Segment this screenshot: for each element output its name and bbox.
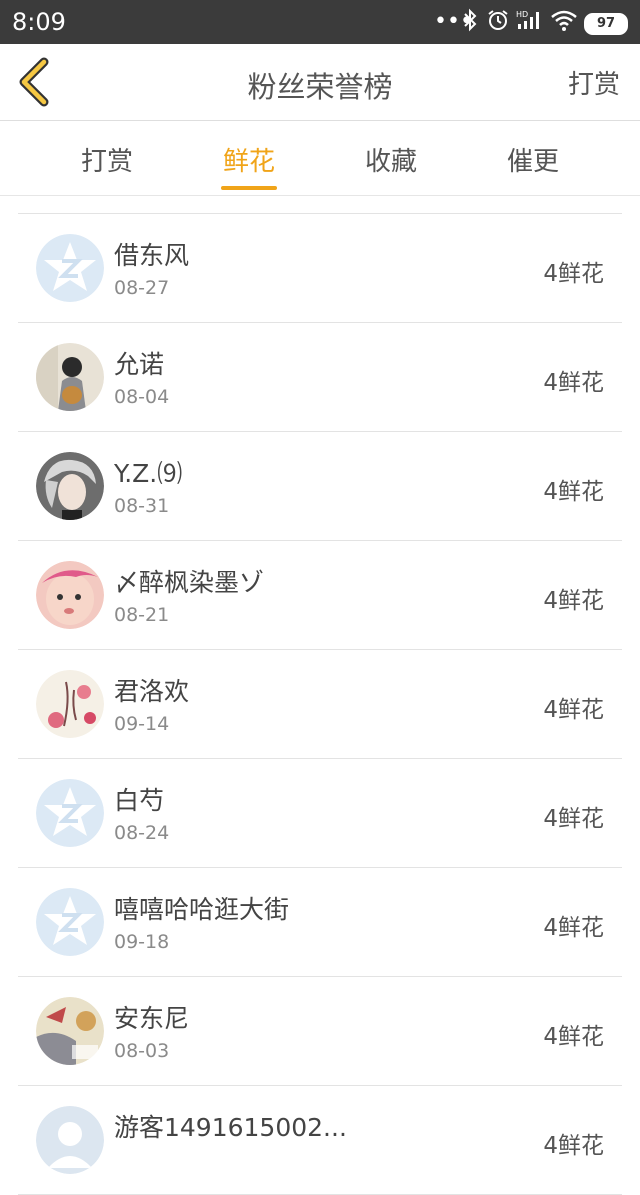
user-photo-avatar bbox=[36, 343, 104, 411]
tab-flowers[interactable]: 鲜花 bbox=[189, 141, 309, 178]
user-photo-avatar bbox=[36, 452, 104, 520]
status-time: 8:09 bbox=[12, 8, 66, 36]
flower-count: 4鲜花 bbox=[543, 1024, 604, 1050]
flower-count: 4鲜花 bbox=[543, 588, 604, 614]
header-bar: 粉丝荣誉榜 打赏 bbox=[0, 44, 640, 120]
list-item[interactable]: 安东尼 08-03 4鲜花 bbox=[18, 977, 622, 1086]
fan-name: 白芍 bbox=[114, 786, 165, 815]
tab-bar: 打赏 鲜花 收藏 催更 bbox=[0, 121, 640, 195]
battery-indicator: 97 bbox=[584, 13, 628, 35]
default-avatar-icon bbox=[36, 1106, 104, 1174]
page-title: 粉丝荣誉榜 bbox=[247, 70, 393, 104]
list-item[interactable]: 允诺 08-04 4鲜花 bbox=[18, 323, 622, 432]
fan-date: 09-18 bbox=[114, 931, 170, 953]
hd-signal-icon: HD bbox=[516, 8, 544, 40]
fan-date: 08-24 bbox=[114, 822, 170, 844]
reward-button[interactable]: 打赏 bbox=[568, 64, 620, 101]
tabs-divider bbox=[0, 195, 640, 196]
wifi-icon bbox=[550, 8, 578, 40]
status-bar: 8:09 ••• HD 97 bbox=[0, 0, 640, 44]
flower-count: 4鲜花 bbox=[543, 479, 604, 505]
list-item[interactable]: 君洛欢 09-14 4鲜花 bbox=[18, 650, 622, 759]
default-avatar-icon bbox=[36, 234, 104, 302]
fan-name: 君洛欢 bbox=[114, 677, 190, 706]
fan-name: 嘻嘻哈哈逛大街 bbox=[114, 895, 290, 924]
fan-date: 09-14 bbox=[114, 713, 170, 735]
user-photo-avatar bbox=[36, 997, 104, 1065]
list-item[interactable]: 〆醉枫染墨ゾ 08-21 4鲜花 bbox=[18, 541, 622, 650]
fan-name: 〆醉枫染墨ゾ bbox=[114, 568, 265, 597]
fan-name: Y.Z.⑼ bbox=[114, 459, 183, 488]
tab-favorites[interactable]: 收藏 bbox=[331, 141, 451, 178]
fan-date: 08-27 bbox=[114, 277, 170, 299]
fan-date: 08-21 bbox=[114, 604, 170, 626]
list-item[interactable]: Y.Z.⑼ 08-31 4鲜花 bbox=[18, 432, 622, 541]
user-photo-avatar bbox=[36, 561, 104, 629]
flower-count: 4鲜花 bbox=[543, 915, 604, 941]
flower-count: 4鲜花 bbox=[543, 1133, 604, 1159]
flower-count: 4鲜花 bbox=[543, 261, 604, 287]
fan-date: 08-03 bbox=[114, 1040, 170, 1062]
list-item[interactable]: 借东风 08-27 4鲜花 bbox=[18, 214, 622, 323]
fan-name: 借东风 bbox=[114, 241, 190, 270]
fan-date: 08-04 bbox=[114, 386, 170, 408]
fan-date: 08-31 bbox=[114, 495, 170, 517]
user-photo-avatar bbox=[36, 670, 104, 738]
flower-count: 4鲜花 bbox=[543, 806, 604, 832]
fan-list: 借东风 08-27 4鲜花 允诺 08-04 4鲜花 Y.Z.⑼ 08-31 4… bbox=[18, 213, 622, 1195]
list-item[interactable]: 白芍 08-24 4鲜花 bbox=[18, 759, 622, 868]
fan-name: 安东尼 bbox=[114, 1004, 190, 1033]
fan-name: 游客1491615002... bbox=[114, 1113, 347, 1142]
bluetooth-icon bbox=[462, 8, 478, 40]
flower-count: 4鲜花 bbox=[543, 697, 604, 723]
default-avatar-icon bbox=[36, 779, 104, 847]
tab-urge-update[interactable]: 催更 bbox=[473, 141, 593, 178]
tab-reward[interactable]: 打赏 bbox=[47, 141, 167, 178]
list-item[interactable]: 游客1491615002... 4鲜花 bbox=[18, 1086, 622, 1195]
flower-count: 4鲜花 bbox=[543, 370, 604, 396]
fan-name: 允诺 bbox=[114, 350, 165, 379]
active-tab-indicator bbox=[221, 186, 277, 190]
alarm-icon bbox=[486, 8, 510, 40]
list-item[interactable]: 嘻嘻哈哈逛大街 09-18 4鲜花 bbox=[18, 868, 622, 977]
svg-text:HD: HD bbox=[516, 10, 528, 19]
default-avatar-icon bbox=[36, 888, 104, 956]
